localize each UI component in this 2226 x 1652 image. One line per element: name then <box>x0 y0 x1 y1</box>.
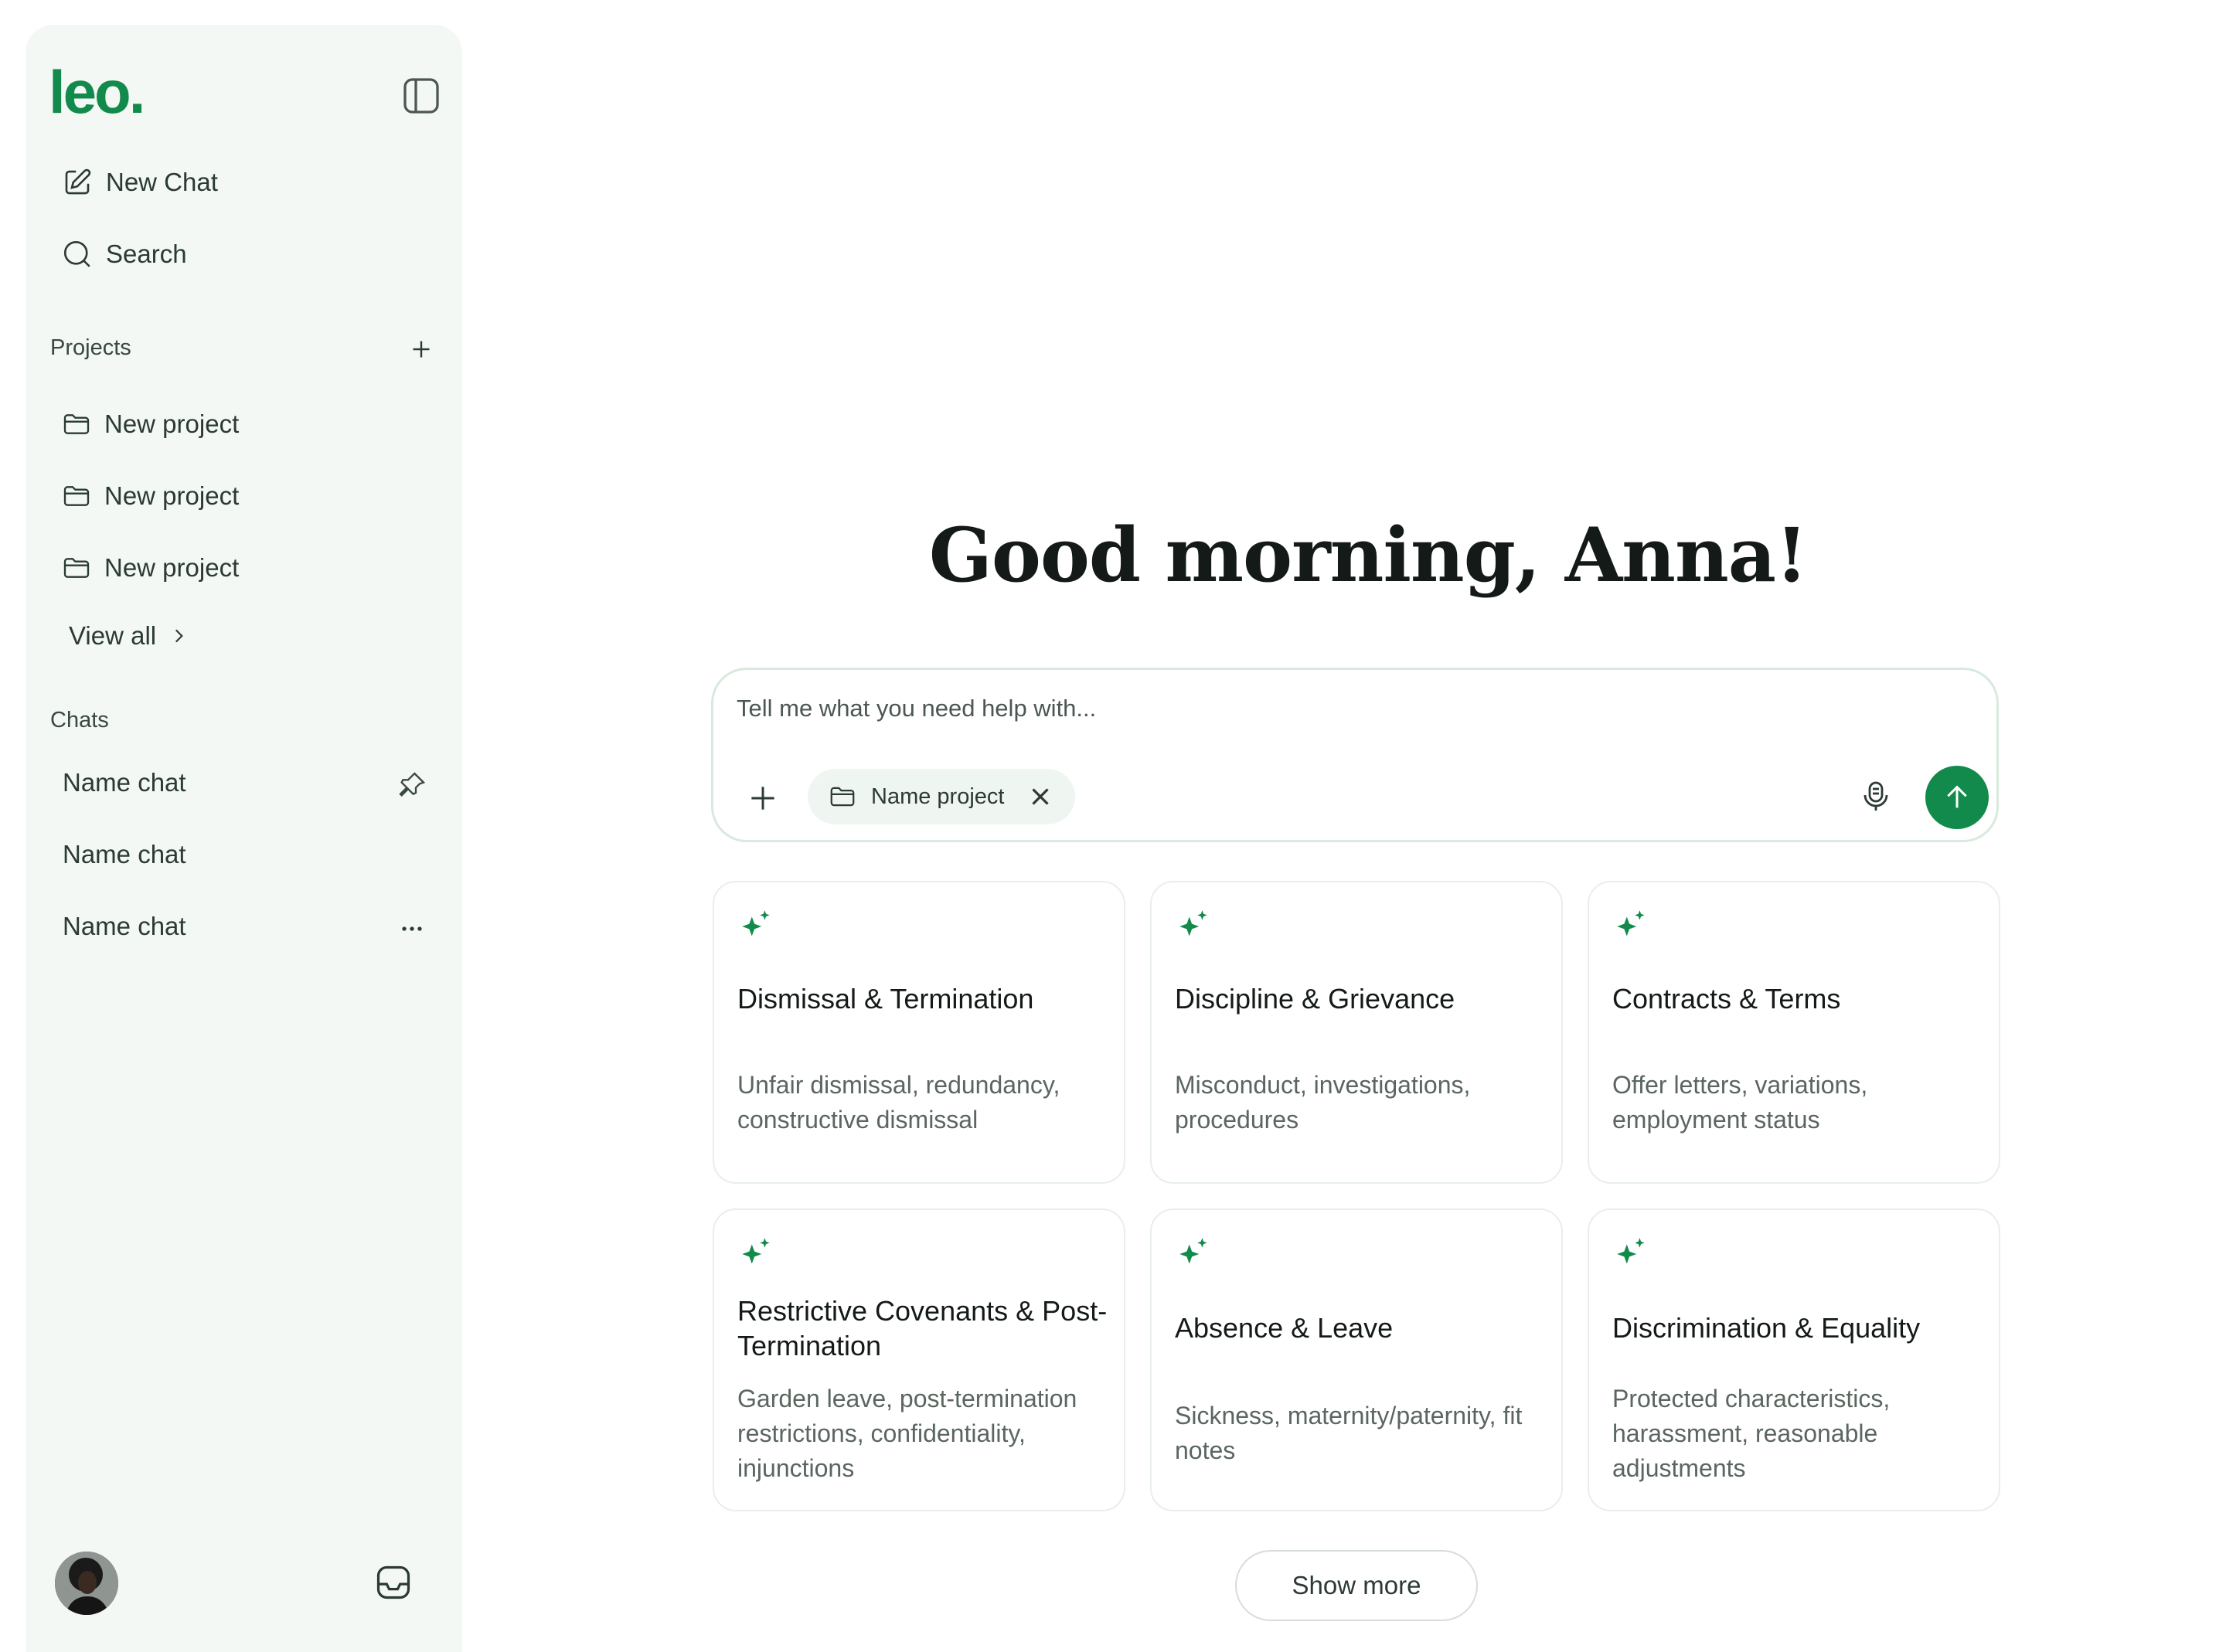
inbox-icon[interactable] <box>373 1562 414 1603</box>
card-title: Absence & Leave <box>1175 1312 1394 1344</box>
card-description: Misconduct, investigations, procedures <box>1175 1071 1471 1134</box>
card-description: Protected characteristics, harassment, r… <box>1612 1385 1891 1482</box>
project-chip-label: Name project <box>871 784 1005 809</box>
sparkle-icon <box>1179 910 1207 936</box>
chats-heading: Chats <box>50 708 109 733</box>
topic-card[interactable]: Discrimination & Equality Protected char… <box>1588 1208 2000 1511</box>
add-attachment-icon[interactable] <box>746 781 780 815</box>
sparkle-icon <box>742 910 770 936</box>
sidebar: leo. New Chat Search Projects New projec… <box>26 25 462 1652</box>
page-greeting: Good morning, Anna! <box>928 512 1808 599</box>
new-chat-button[interactable]: New Chat <box>61 158 218 206</box>
sidebar-chat-item[interactable]: Name chat <box>63 840 186 869</box>
topic-card[interactable]: Absence & Leave Sickness, maternity/pate… <box>1150 1208 1563 1511</box>
project-chip[interactable]: Name project <box>808 769 1076 824</box>
sidebar-chat-item[interactable]: Name chat <box>63 912 186 941</box>
sidebar-project-item[interactable]: New project <box>61 400 239 448</box>
arrow-up-icon <box>1947 785 1967 808</box>
card-title: Contracts & Terms <box>1612 983 1841 1015</box>
card-description: Sickness, maternity/paternity, fit notes <box>1175 1402 1523 1464</box>
sidebar-project-item[interactable]: New project <box>61 544 239 592</box>
close-icon[interactable] <box>1026 782 1055 811</box>
sparkle-icon <box>1179 1238 1207 1264</box>
pin-icon[interactable] <box>397 770 427 801</box>
project-label: New project <box>104 553 240 582</box>
project-label: New project <box>104 481 240 510</box>
folder-icon <box>63 414 90 434</box>
sparkle-icon <box>1617 1238 1645 1264</box>
sidebar-project-item[interactable]: New project <box>61 472 239 520</box>
folder-icon <box>63 558 90 578</box>
search-icon <box>63 240 90 267</box>
topic-card[interactable]: Contracts & Terms Offer letters, variati… <box>1588 881 2000 1184</box>
card-description: Unfair dismissal, redundancy, constructi… <box>737 1071 1060 1134</box>
card-title: Discrimination & Equality <box>1612 1312 1921 1344</box>
card-title: Discipline & Grievance <box>1175 983 1455 1015</box>
new-chat-label: New Chat <box>106 168 218 196</box>
card-description: Offer letters, variations, employment st… <box>1612 1071 1868 1134</box>
microphone-icon[interactable] <box>1857 778 1894 815</box>
sparkle-icon <box>742 1238 770 1264</box>
search-label: Search <box>106 240 187 268</box>
topic-card[interactable]: Restrictive Covenants & Post-Termination… <box>713 1208 1125 1511</box>
project-label: New project <box>104 410 240 438</box>
chevron-right-icon <box>175 629 183 643</box>
view-all-projects-link[interactable]: View all <box>69 621 189 651</box>
card-description: Garden leave, post-termination restricti… <box>737 1385 1077 1482</box>
send-button[interactable] <box>1925 766 1989 829</box>
edit-icon <box>65 168 91 195</box>
show-more-button[interactable]: Show more <box>1235 1550 1478 1621</box>
sparkle-icon <box>1617 910 1645 936</box>
card-title: Restrictive Covenants & Post-Termination <box>737 1295 1108 1361</box>
add-project-icon[interactable] <box>407 335 435 363</box>
more-options-icon[interactable] <box>397 913 427 944</box>
user-avatar[interactable] <box>55 1552 118 1615</box>
folder-icon <box>63 486 90 506</box>
svg-text:leo.: leo. <box>49 63 143 125</box>
card-title: Dismissal & Termination <box>737 983 1034 1015</box>
topic-card[interactable]: Dismissal & Termination Unfair dismissal… <box>713 881 1125 1184</box>
message-input[interactable] <box>737 687 1896 730</box>
view-all-label: View all <box>69 621 157 650</box>
sidebar-toggle-icon[interactable] <box>400 74 443 117</box>
leo-logo[interactable]: leo. <box>49 58 172 126</box>
chat-composer: Name project <box>711 668 1999 842</box>
folder-icon <box>830 787 855 807</box>
topic-card[interactable]: Discipline & Grievance Misconduct, inves… <box>1150 881 1563 1184</box>
projects-heading: Projects <box>50 335 131 360</box>
sidebar-chat-item[interactable]: Name chat <box>63 768 186 797</box>
search-button[interactable]: Search <box>61 230 187 278</box>
